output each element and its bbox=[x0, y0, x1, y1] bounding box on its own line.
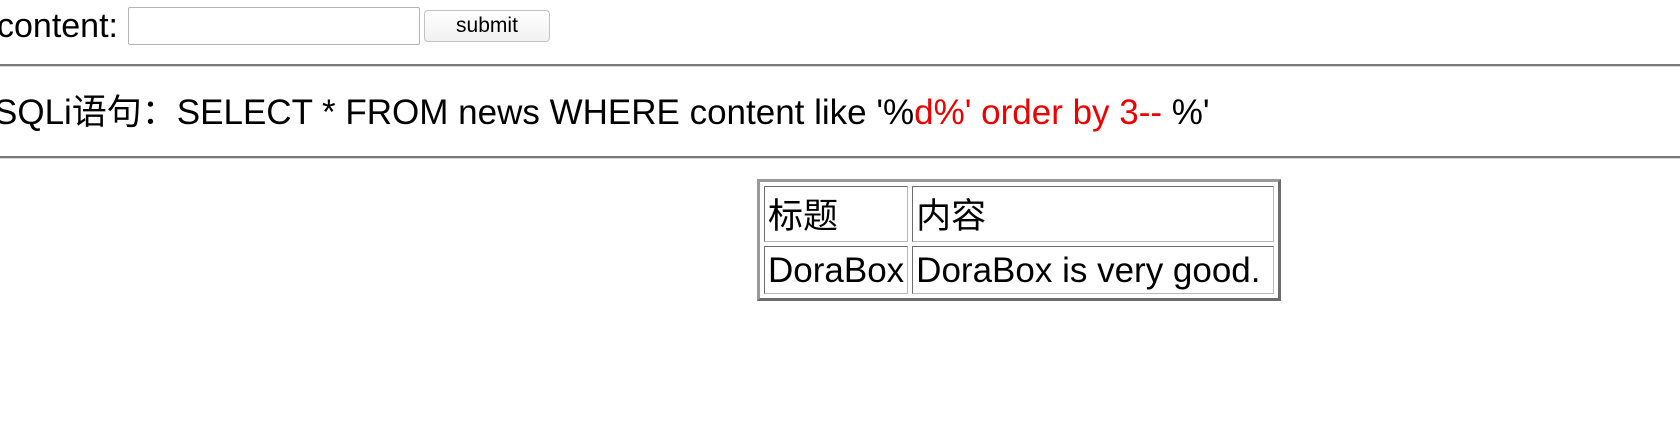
cell-content: DoraBox is very good. bbox=[912, 246, 1275, 294]
sql-prefix: SQLi语句：SELECT * FROM news WHERE content … bbox=[0, 93, 915, 132]
cell-title: DoraBox bbox=[764, 246, 909, 294]
sql-statement: SQLi语句：SELECT * FROM news WHERE content … bbox=[0, 92, 1210, 134]
content-input[interactable] bbox=[127, 7, 420, 45]
sql-suffix: %' bbox=[1162, 93, 1210, 132]
divider-top bbox=[0, 64, 1680, 67]
search-form: content: submit bbox=[0, 0, 550, 52]
submit-button[interactable]: submit bbox=[423, 10, 550, 42]
results-table: 标题 内容 DoraBox DoraBox is very good. bbox=[757, 179, 1282, 301]
sql-injected: d%' order by 3-- bbox=[914, 93, 1163, 132]
divider-bottom bbox=[0, 156, 1680, 159]
table-row: DoraBox DoraBox is very good. bbox=[764, 246, 1275, 294]
header-title: 标题 bbox=[764, 186, 909, 242]
table-header-row: 标题 内容 bbox=[764, 186, 1275, 242]
content-label: content: bbox=[0, 7, 118, 45]
header-content: 内容 bbox=[912, 186, 1275, 242]
